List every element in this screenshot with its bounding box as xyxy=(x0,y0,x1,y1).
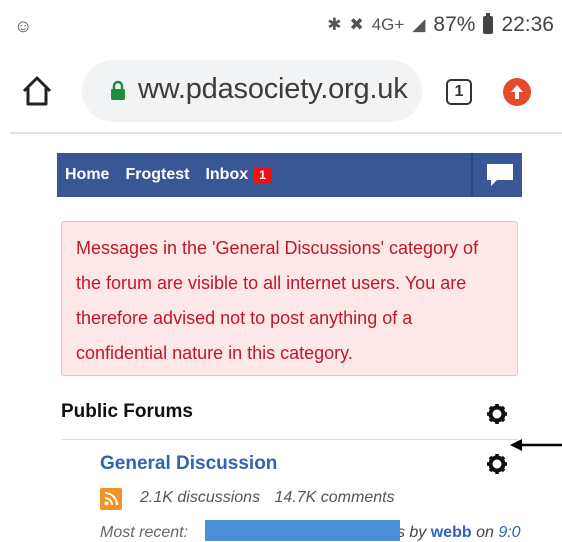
toolbar-divider xyxy=(10,132,562,134)
discussion-count: 2.1K discussions xyxy=(140,489,261,506)
rss-icon[interactable] xyxy=(100,488,122,510)
upload-icon[interactable] xyxy=(503,78,531,106)
notice-text: Messages in the 'General Discussions' ca… xyxy=(76,238,479,363)
nav-inbox-link[interactable]: Inbox 1 xyxy=(205,166,271,184)
battery-percent: 87% xyxy=(433,13,476,36)
arrow-left-icon xyxy=(510,439,562,451)
account-icon: ☺ xyxy=(14,16,33,36)
address-bar[interactable]: ww.pdasociety.org.uk xyxy=(82,60,422,122)
rss-feed-icon xyxy=(104,492,118,506)
nav-frogtest-link[interactable]: Frogtest xyxy=(125,166,189,184)
battery-icon xyxy=(483,13,494,34)
status-indicators: ✱ ✖ 4G+ ◢ 87% 22:36 xyxy=(327,13,554,37)
signal-icon: ◢ xyxy=(412,15,426,34)
tab-switcher-button[interactable]: 1 xyxy=(446,79,472,105)
category-stats: 2.1K discussions 14.7K comments xyxy=(140,489,405,507)
home-icon[interactable] xyxy=(20,74,54,108)
lock-icon xyxy=(111,80,125,100)
site-nav: Home Frogtest Inbox 1 xyxy=(57,153,522,197)
nav-inbox-label: Inbox xyxy=(205,166,249,183)
most-recent-label: Most recent: xyxy=(100,524,189,541)
recent-on-text: on xyxy=(476,524,494,541)
recent-time-link[interactable]: 9:0 xyxy=(498,524,520,541)
category-title-link[interactable]: General Discussion xyxy=(100,453,277,475)
gear-icon[interactable] xyxy=(486,453,508,475)
url-text: ww.pdasociety.org.uk xyxy=(138,73,408,105)
network-type-icon: 4G+ xyxy=(371,15,405,34)
comment-count: 14.7K comments xyxy=(274,489,395,506)
status-bar: ☺ ✱ ✖ 4G+ ◢ 87% 22:36 xyxy=(0,0,562,52)
bluetooth-icon: ✱ xyxy=(327,15,342,34)
nav-divider xyxy=(471,153,473,197)
nav-home-link[interactable]: Home xyxy=(65,166,109,184)
gear-icon[interactable] xyxy=(486,403,508,425)
privacy-notice: Messages in the 'General Discussions' ca… xyxy=(61,221,518,376)
forum-divider xyxy=(61,439,518,440)
public-forums-heading: Public Forums xyxy=(61,401,193,422)
arrow-up-icon xyxy=(511,85,523,99)
clock: 22:36 xyxy=(501,13,554,36)
recent-user-link[interactable]: webb xyxy=(431,524,472,541)
inbox-count-badge: 1 xyxy=(254,166,271,183)
mute-icon: ✖ xyxy=(349,15,364,34)
redaction-box xyxy=(205,520,400,541)
recent-by-text: s by xyxy=(396,524,427,541)
chat-icon[interactable] xyxy=(485,162,515,188)
browser-toolbar: ww.pdasociety.org.uk 1 xyxy=(0,60,562,124)
